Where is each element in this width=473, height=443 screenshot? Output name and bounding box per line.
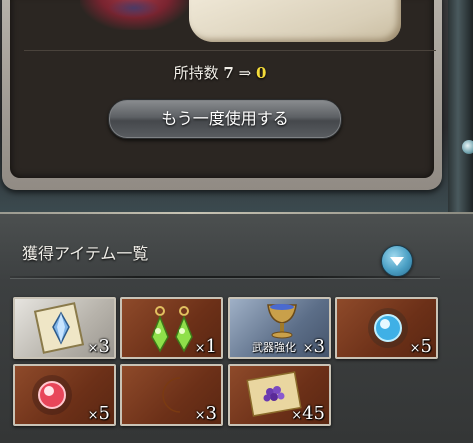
panel-border bbox=[0, 212, 473, 214]
multiply-sign: × bbox=[194, 408, 206, 423]
green-earrings-icon bbox=[151, 306, 193, 353]
red-orb-icon bbox=[32, 375, 72, 415]
item-quantity-value: 5 bbox=[420, 336, 432, 357]
scroll-artwork-icon bbox=[189, 0, 401, 42]
item-slot[interactable]: ×45 bbox=[228, 364, 331, 426]
divider bbox=[24, 50, 436, 51]
multiply-sign: × bbox=[87, 408, 99, 423]
multiply-sign: × bbox=[87, 341, 99, 356]
item-slot[interactable]: 武器強化 ×3 bbox=[228, 297, 331, 359]
item-quantity-value: 5 bbox=[98, 403, 110, 424]
crystal-card-icon bbox=[33, 302, 85, 354]
item-quantity: ×3 bbox=[303, 336, 325, 357]
multiply-sign: × bbox=[409, 341, 421, 356]
owned-count-current: 7 bbox=[223, 64, 234, 82]
item-quantity-value: 3 bbox=[98, 336, 110, 357]
item-quantity: ×3 bbox=[195, 403, 217, 424]
item-slot[interactable]: ×1 bbox=[120, 297, 223, 359]
item-quantity-value: 3 bbox=[313, 336, 325, 357]
item-slot[interactable]: ×5 bbox=[13, 364, 116, 426]
crescent-moon-icon bbox=[162, 377, 181, 413]
item-use-dialog bbox=[2, 0, 442, 190]
item-quantity: ×1 bbox=[195, 336, 217, 357]
item-tag-label: 武器強化 bbox=[252, 341, 296, 354]
item-quantity-value: 3 bbox=[205, 403, 217, 424]
blue-orb-icon bbox=[368, 308, 408, 348]
item-quantity: ×5 bbox=[88, 403, 110, 424]
multiply-sign: × bbox=[302, 341, 314, 356]
item-quantity: ×5 bbox=[410, 336, 432, 357]
weapon-enhance-chalice-icon bbox=[267, 304, 297, 339]
item-slot[interactable]: ×3 bbox=[13, 297, 116, 359]
item-slot[interactable]: ×5 bbox=[335, 297, 438, 359]
dialog-panel bbox=[10, 0, 436, 178]
arrow-icon: ⇒ bbox=[238, 64, 252, 82]
section-divider bbox=[10, 276, 440, 278]
owned-count: 所持数 7 ⇒ 0 bbox=[8, 62, 432, 83]
item-artwork-icon bbox=[80, 0, 190, 30]
item-slot[interactable]: ×3 bbox=[120, 364, 223, 426]
owned-count-new: 0 bbox=[255, 64, 267, 82]
frame-gem-icon bbox=[462, 140, 473, 154]
expand-chevron-down-icon[interactable] bbox=[381, 245, 413, 277]
item-quantity-value: 1 bbox=[205, 336, 217, 357]
use-again-button[interactable]: もう一度使用する bbox=[108, 99, 342, 139]
items-section-title: 獲得アイテム一覧 bbox=[22, 244, 149, 263]
owned-count-label: 所持数 bbox=[173, 64, 219, 82]
side-frame bbox=[448, 0, 473, 212]
item-quantity: ×3 bbox=[88, 336, 110, 357]
item-quantity: ×45 bbox=[291, 403, 325, 424]
multiply-sign: × bbox=[194, 341, 206, 356]
multiply-sign: × bbox=[291, 408, 303, 423]
item-quantity-value: 45 bbox=[302, 403, 325, 424]
